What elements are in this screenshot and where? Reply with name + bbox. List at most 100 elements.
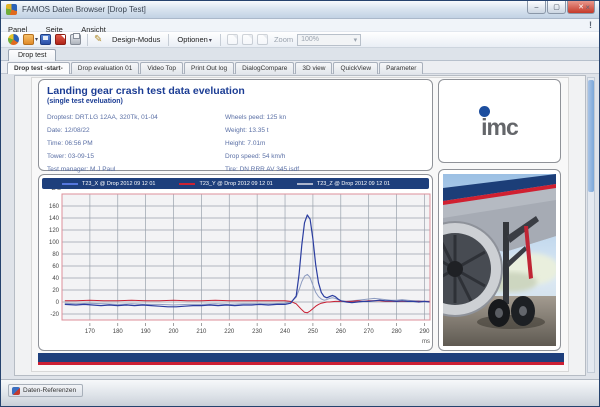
chart-box: T23_X @ Drop 2012 09 12 01 T23_Y @ Drop 2… bbox=[38, 174, 433, 351]
famos-panel-icon[interactable] bbox=[8, 34, 19, 45]
toolbar-separator bbox=[87, 34, 88, 46]
options-dropdown-icon: ▾ bbox=[209, 38, 212, 44]
toolbar-separator bbox=[220, 34, 221, 46]
subtab-print-out-log[interactable]: Print Out log bbox=[184, 62, 234, 74]
open-icon[interactable] bbox=[23, 34, 34, 45]
minimize-button[interactable]: – bbox=[527, 1, 546, 14]
svg-text:280: 280 bbox=[392, 329, 403, 335]
window-title: FAMOS Daten Browser [Drop Test] bbox=[22, 5, 146, 14]
daten-referenzen-icon bbox=[12, 387, 20, 395]
svg-text:250: 250 bbox=[308, 329, 319, 335]
zoom-value: 100% bbox=[301, 36, 319, 43]
content-area: Landing gear crash test data eveluation … bbox=[1, 74, 599, 379]
close-button[interactable]: ✕ bbox=[567, 1, 595, 14]
toolbar-separator bbox=[168, 34, 169, 46]
legend-label: T23_X @ Drop 2012 09 12 01 bbox=[82, 181, 155, 187]
imc-logo-text: imc bbox=[481, 118, 518, 136]
save-icon[interactable] bbox=[40, 34, 51, 45]
svg-text:210: 210 bbox=[196, 329, 207, 335]
svg-text:40: 40 bbox=[52, 276, 59, 282]
imc-logo-box: imc bbox=[438, 79, 561, 163]
toolbar-overflow-icon[interactable]: ! bbox=[589, 20, 592, 30]
svg-text:60: 60 bbox=[52, 264, 59, 270]
report-field: Droptest: DRT.LG 12AA, 320Tk, 01-04 bbox=[47, 111, 223, 124]
copy-page-icon[interactable] bbox=[242, 34, 253, 45]
subtab-dialogcompare[interactable]: DialogCompare bbox=[235, 62, 294, 74]
legend-swatch bbox=[179, 183, 195, 185]
report-field: Tower: 03-09-15 bbox=[47, 150, 223, 163]
new-page-icon[interactable] bbox=[227, 34, 238, 45]
svg-text:230: 230 bbox=[252, 329, 263, 335]
svg-text:200: 200 bbox=[169, 329, 180, 335]
maximize-button[interactable]: ▢ bbox=[547, 1, 566, 14]
subtab-quickview[interactable]: QuickView bbox=[333, 62, 378, 74]
vertical-scrollbar[interactable] bbox=[587, 77, 595, 373]
test-info-box: Landing gear crash test data eveluation … bbox=[38, 79, 433, 171]
footer-accent-stripe bbox=[38, 362, 564, 365]
print-icon[interactable] bbox=[70, 34, 81, 45]
design-mode-pencil-icon[interactable]: ✎ bbox=[94, 34, 106, 46]
open-dropdown-icon[interactable]: ▾ bbox=[35, 36, 38, 43]
delete-page-icon[interactable] bbox=[257, 34, 268, 45]
subtab-drop-test-start-[interactable]: Drop test -start- bbox=[7, 62, 70, 74]
zoom-dropdown-icon[interactable]: ▾ bbox=[354, 36, 358, 44]
sub-tab-row: Drop test -start-Drop evaluation 01Video… bbox=[1, 61, 599, 74]
svg-text:20: 20 bbox=[52, 288, 59, 294]
legend-item: T23_X @ Drop 2012 09 12 01 bbox=[62, 181, 155, 187]
svg-text:240: 240 bbox=[280, 329, 291, 335]
svg-text:170: 170 bbox=[85, 329, 96, 335]
svg-text:80: 80 bbox=[52, 252, 59, 258]
svg-text:180: 180 bbox=[113, 329, 124, 335]
scrollbar-thumb[interactable] bbox=[588, 80, 594, 192]
chart-legend: T23_X @ Drop 2012 09 12 01 T23_Y @ Drop 2… bbox=[42, 178, 429, 189]
legend-swatch bbox=[297, 183, 313, 185]
landing-gear-photo bbox=[438, 169, 561, 351]
svg-text:-20: -20 bbox=[50, 312, 59, 318]
subtab-drop-evaluation-01[interactable]: Drop evaluation 01 bbox=[71, 62, 140, 74]
svg-text:260: 260 bbox=[336, 329, 347, 335]
imc-logo-dot-icon bbox=[479, 106, 490, 117]
report-title: Landing gear crash test data eveluation bbox=[47, 85, 424, 97]
app-icon bbox=[6, 4, 17, 15]
svg-text:140: 140 bbox=[49, 216, 60, 222]
tab-drop-test[interactable]: Drop test bbox=[8, 49, 56, 61]
report-field: Weight: 13.35 t bbox=[225, 124, 425, 137]
subtab-video-top[interactable]: Video Top bbox=[140, 62, 183, 74]
legend-item: T23_Z @ Drop 2012 09 12 01 bbox=[297, 181, 390, 187]
legend-item: T23_Y @ Drop 2012 09 12 01 bbox=[179, 181, 272, 187]
options-button[interactable]: Optionen ▾ bbox=[177, 35, 212, 44]
legend-swatch bbox=[62, 183, 78, 185]
report-field: Height: 7.01m bbox=[225, 137, 425, 150]
app-window: FAMOS Daten Browser [Drop Test] – ▢ ✕ Pa… bbox=[0, 0, 600, 407]
subtab-3d-view[interactable]: 3D view bbox=[295, 62, 332, 74]
daten-referenzen-button[interactable]: Daten-Referenzen bbox=[8, 384, 83, 397]
svg-text:0: 0 bbox=[56, 300, 60, 306]
report-field: Time: 06:56 PM bbox=[47, 137, 223, 150]
report-fields-left: Droptest: DRT.LG 12AA, 320Tk, 01-04Date:… bbox=[47, 111, 223, 176]
menu-bar: Panel Seite Ansicht ! bbox=[1, 19, 599, 32]
design-mode-button[interactable]: Design-Modus bbox=[112, 35, 160, 44]
svg-text:120: 120 bbox=[49, 228, 60, 234]
landing-gear-photo-image bbox=[443, 174, 556, 346]
export-pdf-icon[interactable] bbox=[55, 34, 66, 45]
report-field: Wheels peed: 125 kn bbox=[225, 111, 425, 124]
toolbar: ▾ ✎ Design-Modus Optionen ▾ Zoom 100% ▾ bbox=[1, 32, 599, 48]
footer-accent-bar bbox=[38, 353, 564, 362]
zoom-combobox[interactable]: 100% ▾ bbox=[297, 34, 361, 46]
tab-close-icon[interactable]: × bbox=[585, 3, 590, 12]
report-fields-right: Wheels peed: 125 knWeight: 13.35 tHeight… bbox=[225, 111, 425, 176]
svg-text:ms: ms bbox=[422, 339, 430, 345]
svg-text:190: 190 bbox=[141, 329, 152, 335]
acceleration-chart: 160140120100806040200-201701801902002102… bbox=[39, 184, 433, 351]
svg-text:160: 160 bbox=[49, 204, 60, 210]
svg-text:290: 290 bbox=[419, 329, 430, 335]
report-field: Date: 12/08/22 bbox=[47, 124, 223, 137]
legend-label: T23_Y @ Drop 2012 09 12 01 bbox=[199, 181, 272, 187]
zoom-label: Zoom bbox=[274, 35, 293, 44]
svg-text:220: 220 bbox=[224, 329, 235, 335]
subtab-parameter[interactable]: Parameter bbox=[379, 62, 423, 74]
report-subtitle: (single test eveluation) bbox=[47, 98, 424, 105]
status-bar: Daten-Referenzen bbox=[1, 379, 599, 406]
svg-text:100: 100 bbox=[49, 240, 60, 246]
legend-label: T23_Z @ Drop 2012 09 12 01 bbox=[317, 181, 390, 187]
